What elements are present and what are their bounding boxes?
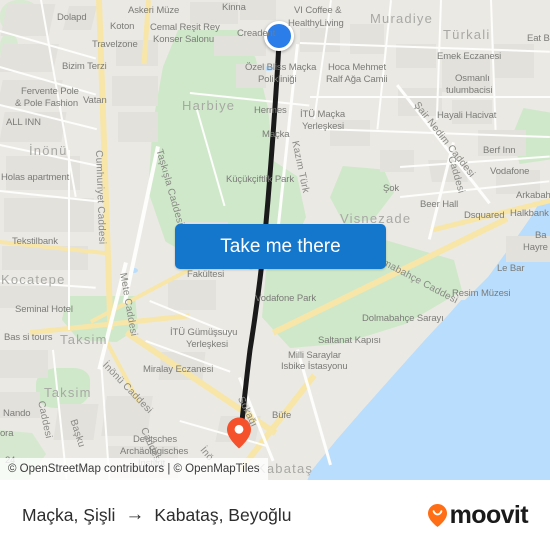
map-label: Fakültesi: [187, 269, 225, 280]
block-n-3: [112, 76, 158, 106]
map-label: Küçükçiftlik Park: [226, 174, 294, 185]
take-me-there-label: Take me there: [220, 235, 341, 257]
map-label: Berf Inn: [483, 145, 516, 156]
map-label: Saltanat Kapısı: [318, 335, 381, 346]
map-label: Vodafone: [490, 166, 530, 177]
map-label: Hoca Mehmet: [328, 62, 387, 73]
block-c-3: [214, 36, 266, 56]
map-label: Ralf Ağa Camii: [326, 74, 388, 85]
map-label: Travelzone: [92, 39, 138, 50]
map-label: Dolapd: [57, 12, 87, 23]
map-label: Dolmabahçe Sarayı: [362, 313, 444, 324]
block-n-4: [118, 112, 158, 142]
map-label: Hermes: [254, 105, 287, 116]
map-label: Seminal Hotel: [15, 304, 73, 315]
block-ne-2: [350, 24, 384, 54]
map-label: Osmanlı: [455, 73, 490, 84]
map-label: VI Coffee &: [294, 5, 342, 16]
map-label: Milli Saraylar: [288, 350, 341, 361]
block-w-2: [4, 198, 94, 232]
map-label: Şok: [383, 183, 400, 194]
map-label: ALL INN: [6, 117, 41, 128]
map-label: Maçka: [262, 129, 290, 140]
map-label: Miralay Eczanesi: [143, 364, 214, 375]
map-label: İTÜ Gümüşsuyu: [170, 327, 238, 338]
moovit-trip-map-screen: Askeri Müze Koton Travelzone Bizim Terzi Dol…: [0, 0, 550, 550]
map-label: Kocatepe: [1, 272, 66, 287]
map-label: Isbike İstasyonu: [281, 361, 348, 372]
map-attribution: © OpenStreetMap contributors | © OpenMap…: [0, 458, 268, 480]
map-label: Halkbank: [510, 208, 549, 219]
map-label: Koton: [110, 21, 135, 32]
map-label: Cemal Reşit Rey: [150, 22, 220, 33]
map-label: Beer Hall: [420, 199, 459, 210]
map-label: Büfe: [272, 410, 292, 421]
map-label: HealthyLiving: [288, 18, 344, 29]
map-label: Muradiye: [370, 11, 434, 26]
map-label: Tekstilbank: [12, 236, 58, 247]
map-label: Ba: [535, 230, 547, 241]
map-label: Vatan: [83, 95, 107, 106]
map-label: Vodafone Park: [255, 293, 317, 304]
trip-summary: Maçka, Şişli → Kabataş, Beyoğlu: [22, 504, 292, 526]
attribution-text: © OpenStreetMap contributors | © OpenMap…: [8, 463, 260, 475]
map-label: Le Bar: [497, 263, 525, 274]
map-label: Resim Müzesi: [452, 288, 511, 299]
map-label: Holas apartment: [1, 172, 70, 183]
map-label: Emek Eczanesi: [437, 51, 502, 62]
moovit-pin-icon: [427, 503, 448, 528]
map-label: ora: [0, 428, 14, 439]
map-label: Hayali Hacivat: [437, 110, 497, 121]
map-label: Yerleşkesi: [186, 339, 228, 350]
trip-origin-label: Maçka, Şişli: [22, 504, 116, 525]
moovit-logo: moovit: [427, 500, 529, 530]
map-label: tulumbacisi: [446, 85, 493, 96]
block-ne-1: [300, 28, 340, 52]
map-label: Bizim Terzi: [62, 61, 107, 72]
map-label: Creadent: [237, 28, 276, 39]
block-e-5: [380, 150, 414, 172]
map-label: Türkali: [443, 27, 491, 42]
block-w-5: [0, 350, 48, 378]
road-ne-cross-2: [310, 96, 550, 98]
take-me-there-button[interactable]: Take me there: [175, 224, 386, 269]
map-label: Hayre: [523, 242, 548, 253]
map-label: Taksim: [60, 332, 108, 347]
map-label: Eat B: [527, 33, 550, 44]
map-label: Konser Salonu: [153, 34, 215, 45]
map-label: İTÜ Maçka: [300, 109, 346, 120]
trip-footer: Maçka, Şişli → Kabataş, Beyoğlu moovit: [0, 480, 550, 550]
map-label: Kinna: [222, 2, 246, 13]
map-label: Yerleşkesi: [302, 121, 344, 132]
block-gumussuyu-1: [168, 280, 216, 310]
map-label: Harbiye: [182, 98, 236, 113]
map-label: Visnezade: [340, 211, 412, 226]
map-label: Nando: [3, 408, 31, 419]
map-label: Dsquared: [464, 210, 505, 221]
map-label: Özel Bliss Maçka: [245, 62, 317, 73]
map-label: & Pole Fashion: [15, 98, 79, 109]
map-label: Askeri Müze: [128, 5, 180, 16]
map-label: Fervente Pole: [21, 86, 79, 97]
map-label: Taksim: [44, 385, 92, 400]
map-label: İnönü: [29, 143, 68, 158]
trip-destination-label: Kabataş, Beyoğlu: [154, 504, 292, 525]
map-label: Polikliniği: [258, 74, 297, 85]
arrow-right-icon: →: [125, 504, 145, 525]
map-label: Arkabah: [516, 190, 550, 201]
map-label: Bas si tours: [4, 332, 53, 343]
moovit-wordmark: moovit: [449, 500, 529, 529]
